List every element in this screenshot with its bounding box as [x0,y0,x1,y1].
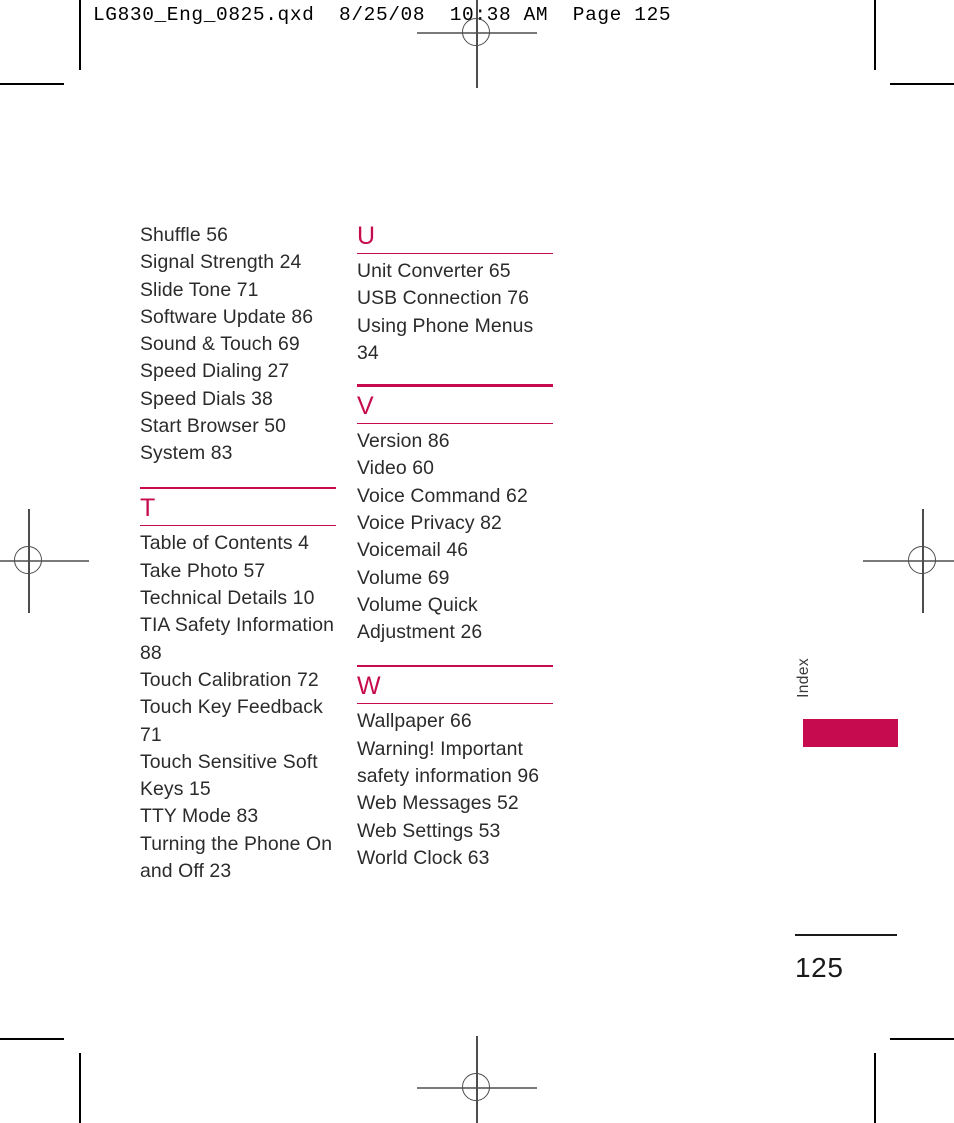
side-tab-label-index: Index [795,658,812,698]
section-letter-w: W [357,672,381,701]
index-entry: TTY Mode 83 [140,805,259,828]
section-letter-v: V [357,391,374,420]
index-section-w: W Wallpaper 66 Warning! Important safety… [357,664,553,873]
registration-mark-top-circle [462,18,490,46]
index-entry: USB Connection 76 [357,287,530,310]
page-number: 125 [795,952,844,983]
section-letter-u: U [357,222,376,250]
index-entry: Voice Privacy 82 [357,512,502,535]
section-rule-bottom [357,422,553,425]
crop-mark-bottom-left-horizontal [0,1038,64,1040]
index-section-t: T Table of Contents 4 Take Photo 57 Tech… [140,486,336,886]
section-rule-bottom [357,703,553,705]
index-entry: Voicemail 46 [357,539,469,562]
index-entry: Volume 69 [357,566,450,589]
crop-mark-top-right-horizontal [890,83,954,85]
index-entry: Warning! Important safety information 96 [357,737,540,787]
index-entry: TIA Safety Information 88 [140,614,335,664]
index-entry: World Clock 63 [357,846,490,869]
index-entry: Software Update 86 [140,305,314,328]
index-entry: Speed Dials 38 [140,387,273,410]
index-section-u: U Unit Converter 65 USB Connection 76 Us… [357,222,553,367]
crop-mark-bottom-right-vertical [874,1053,876,1123]
crop-mark-top-left-horizontal [0,83,64,85]
crop-mark-bottom-left-vertical [79,1053,81,1123]
section-rule-top [140,486,336,490]
index-entry: Technical Details 10 [140,587,315,610]
printed-page: LG830_Eng_0825.qxd 8/25/08 10:38 AM Page… [0,0,954,1123]
index-entry: Take Photo 57 [140,559,266,582]
index-entry: Wallpaper 66 [357,710,472,733]
index-entry: Touch Calibration 72 [140,668,319,691]
crop-mark-top-left-vertical [79,0,81,70]
side-tab-marker [803,719,898,747]
index-entry: Web Settings 53 [357,819,501,842]
index-column-right: U Unit Converter 65 USB Connection 76 Us… [357,222,553,872]
index-entry: Voice Command 62 [357,484,528,507]
index-entry: Start Browser 50 [140,415,287,438]
index-entry: Video 60 [357,457,434,480]
registration-mark-left [0,509,89,613]
index-entry: Volume Quick Adjustment 26 [357,593,483,644]
index-entry: Speed Dialing 27 [140,360,290,383]
index-entry: Sound & Touch 69 [140,333,300,356]
index-entry: Unit Converter 65 [357,260,511,283]
index-entry: Using Phone Menus 34 [357,314,534,365]
registration-mark-left-circle [14,546,42,574]
index-entry: Signal Strength 24 [140,251,302,274]
crop-mark-top-right-vertical [874,0,876,70]
index-entry: Shuffle 56 [140,224,228,246]
registration-mark-bottom [417,1036,537,1123]
index-section-s: Shuffle 56 Signal Strength 24 Slide Tone… [140,222,336,468]
section-letter-t: T [140,494,156,523]
index-entry: Version 86 [357,430,450,453]
index-entry: Slide Tone 71 [140,278,259,301]
index-column-left: Shuffle 56 Signal Strength 24 Slide Tone… [140,222,336,885]
index-entry: Turning the Phone On and Off 23 [140,832,333,883]
index-entry: Touch Key Feedback 71 [140,696,323,746]
index-entry: Web Messages 52 [357,792,519,815]
section-rule-top [357,664,553,668]
section-rule-bottom [140,525,336,527]
registration-mark-top [417,0,537,88]
folio-rule [795,934,897,936]
section-rule-top [357,384,553,387]
registration-mark-bottom-circle [462,1073,490,1101]
crop-mark-bottom-right-horizontal [890,1038,954,1040]
index-entry: Touch Sensitive Soft Keys 15 [140,750,318,801]
registration-mark-right-circle [908,546,936,574]
section-rule-bottom [357,253,553,255]
registration-mark-right [863,509,954,613]
index-entry: System 83 [140,442,233,465]
print-header-slug: LG830_Eng_0825.qxd 8/25/08 10:38 AM Page… [93,4,672,26]
index-entry: Table of Contents 4 [140,532,309,555]
index-section-v: V Version 86 Video 60 Voice Command 62 V… [357,384,553,646]
